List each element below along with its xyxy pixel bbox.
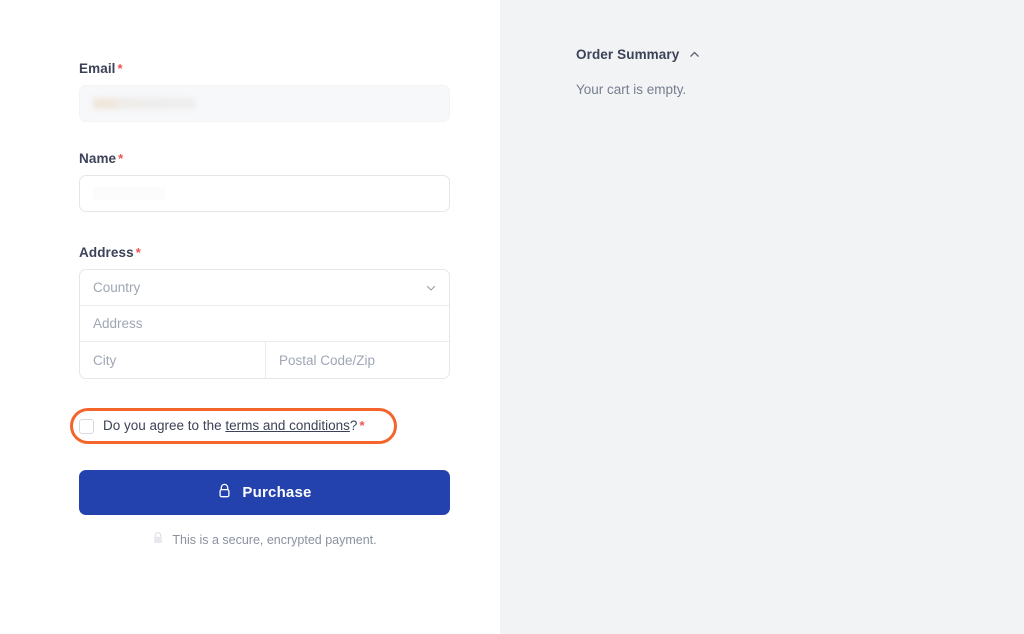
name-label-text: Name bbox=[79, 151, 117, 166]
email-required-asterisk: * bbox=[117, 61, 123, 76]
chevron-down-icon bbox=[425, 282, 449, 294]
name-required-asterisk: * bbox=[118, 151, 124, 166]
country-row[interactable]: Country bbox=[80, 270, 449, 306]
email-redacted-value bbox=[93, 98, 196, 109]
terms-agreement-row[interactable]: Do you agree to the terms and conditions… bbox=[79, 417, 365, 435]
address-field-group: Country Address City Postal Code/Zip bbox=[79, 269, 450, 379]
street-address-input[interactable]: Address bbox=[80, 306, 449, 341]
secure-payment-text: This is a secure, encrypted payment. bbox=[172, 532, 377, 547]
name-field-value bbox=[93, 187, 165, 200]
order-summary-title: Order Summary bbox=[576, 47, 680, 62]
address-label: Address * bbox=[79, 244, 450, 262]
lock-icon bbox=[152, 531, 164, 548]
checkout-form: Email * Name * Address * Country Address… bbox=[70, 60, 450, 548]
terms-text-before: Do you agree to the bbox=[103, 418, 226, 433]
street-row[interactable]: Address bbox=[80, 306, 449, 342]
terms-checkbox[interactable] bbox=[79, 418, 94, 434]
terms-agreement-zone: Do you agree to the terms and conditions… bbox=[70, 408, 450, 446]
purchase-button[interactable]: Purchase bbox=[79, 470, 450, 515]
lock-icon bbox=[217, 483, 232, 503]
checkout-form-pane: Email * Name * Address * Country Address… bbox=[0, 0, 500, 634]
city-postal-row: City Postal Code/Zip bbox=[80, 342, 449, 378]
terms-required-asterisk: * bbox=[359, 418, 365, 433]
city-input[interactable]: City bbox=[80, 342, 266, 378]
country-select[interactable]: Country bbox=[80, 270, 425, 305]
terms-and-conditions-link[interactable]: terms and conditions bbox=[225, 418, 350, 433]
name-field[interactable] bbox=[79, 175, 450, 212]
name-label: Name * bbox=[79, 150, 450, 168]
secure-payment-note: This is a secure, encrypted payment. bbox=[79, 531, 450, 548]
email-label: Email * bbox=[79, 60, 450, 78]
address-required-asterisk: * bbox=[135, 245, 141, 260]
chevron-up-icon[interactable] bbox=[688, 48, 701, 61]
terms-text-after: ? bbox=[349, 418, 358, 433]
terms-label: Do you agree to the terms and conditions… bbox=[103, 417, 365, 435]
purchase-button-label: Purchase bbox=[242, 484, 312, 501]
cart-empty-message: Your cart is empty. bbox=[576, 82, 687, 97]
checkout-page: Email * Name * Address * Country Address… bbox=[0, 0, 1024, 634]
postal-code-input[interactable]: Postal Code/Zip bbox=[266, 342, 449, 378]
address-label-text: Address bbox=[79, 245, 134, 260]
order-summary-header[interactable]: Order Summary bbox=[576, 47, 701, 62]
email-field[interactable] bbox=[79, 85, 450, 122]
email-label-text: Email bbox=[79, 61, 116, 76]
